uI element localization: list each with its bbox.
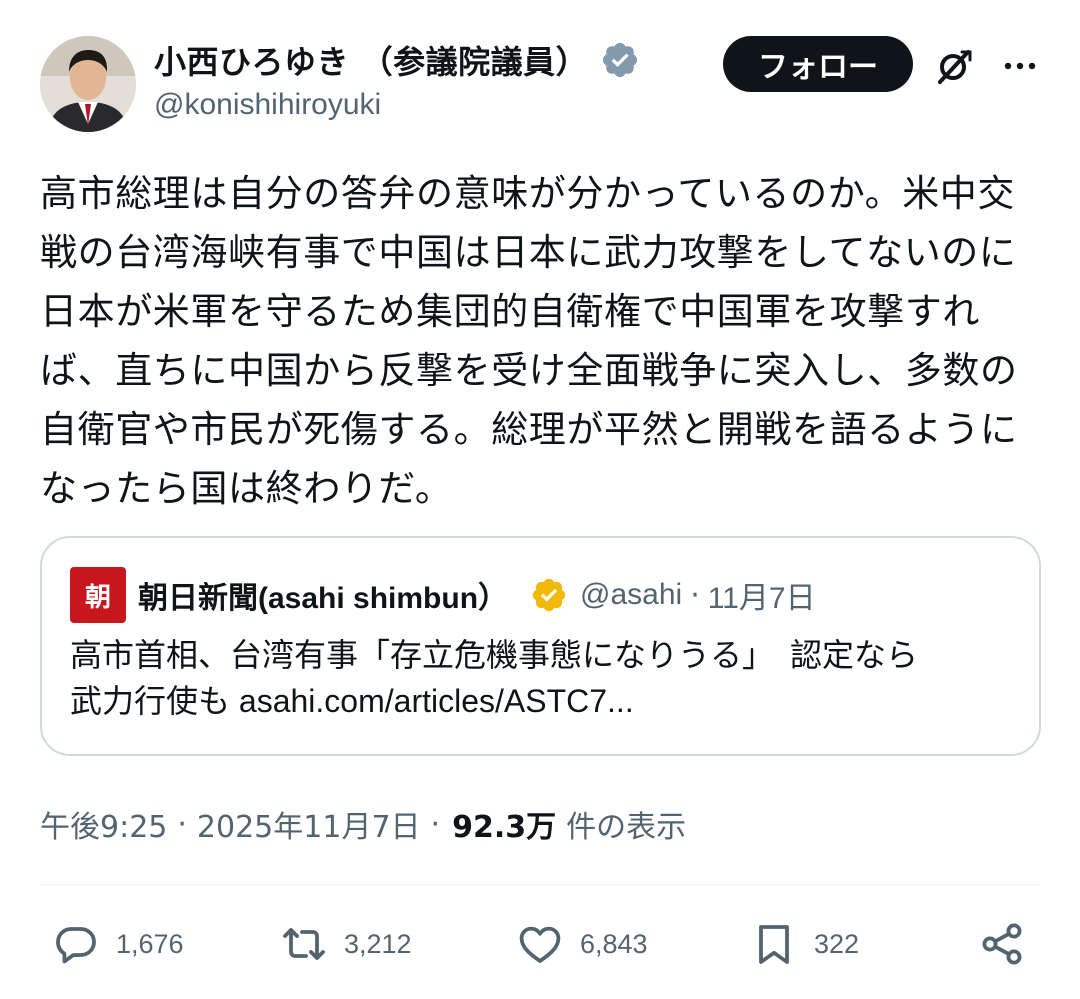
meta-separator: · [177,806,187,842]
bookmark-count: 322 [814,928,860,959]
bookmark-button[interactable]: 322 [750,912,859,976]
reply-count: 1,676 [116,928,184,959]
meta-separator: · [430,806,441,842]
grok-icon[interactable] [934,46,974,86]
tweet-header: 小西ひろゆき （参議院議員） @konishihiroyuki フォロー [40,34,1050,134]
share-icon [982,923,1022,965]
tweet-time[interactable]: 午後9:25 [40,802,167,846]
more-icon[interactable] [1000,46,1040,86]
tweet-meta: 午後9:25 · 2025年11月7日 · 92.3万 件の表示 [40,800,686,848]
display-name[interactable]: 小西ひろゆき （参議院議員） [154,37,588,83]
follow-button[interactable]: フォロー [723,36,913,92]
tweet-text: 高市総理は自分の答弁の意味が分かっているのか。米中交戦の台湾海峡有事で中国は日本… [40,172,1018,510]
quote-tweet-card[interactable]: 朝 朝日新聞(asahi shimbun） @asahi · 11月7日 高市首… [40,536,1041,756]
quote-separator: · [690,577,700,613]
retweet-button[interactable]: 3,212 [280,912,412,976]
reply-button[interactable]: 1,676 [52,912,184,976]
quote-link[interactable]: asahi.com/articles/ASTC7... [239,683,634,719]
reply-icon [56,927,96,964]
like-button[interactable]: 6,843 [516,912,648,976]
gold-verified-badge-icon [532,578,566,612]
action-bar: 1,676 3,212 6,843 322 [40,912,1041,976]
avatar[interactable] [40,36,136,132]
quote-text: 高市首相、台湾有事「存立危機事態になりうる」 認定なら 武力行使も asahi.… [70,632,1020,724]
bookmark-icon [759,925,789,964]
heart-icon [519,926,561,963]
view-count: 92.3万 [452,810,557,845]
quote-text-line1: 高市首相、台湾有事「存立危機事態になりうる」 認定なら [70,636,919,674]
quote-avatar[interactable]: 朝 [70,567,126,623]
quote-date[interactable]: 11月7日 [708,573,816,617]
share-button[interactable] [978,912,1026,976]
quote-text-line2: 武力行使も asahi.com/articles/ASTC7... [70,678,1020,724]
divider [40,884,1041,885]
tweet-date[interactable]: 2025年11月7日 [197,802,421,846]
verified-badge-icon [603,42,638,78]
display-name-row: 小西ひろゆき （参議院議員） [154,38,640,82]
quote-handle[interactable]: @asahi [580,578,682,612]
retweet-count: 3,212 [344,928,412,959]
retweet-icon [283,928,325,960]
quote-header: 朝 朝日新聞(asahi shimbun） @asahi · 11月7日 [70,566,816,624]
view-count-label: 件の表示 [566,810,687,845]
author-block: 小西ひろゆき （参議院議員） @konishihiroyuki [154,38,640,122]
author-handle[interactable]: @konishihiroyuki [154,88,640,122]
quote-text-prefix: 武力行使も [70,683,239,719]
quote-display-name[interactable]: 朝日新聞(asahi shimbun） [138,573,508,617]
like-count: 6,843 [580,928,648,959]
